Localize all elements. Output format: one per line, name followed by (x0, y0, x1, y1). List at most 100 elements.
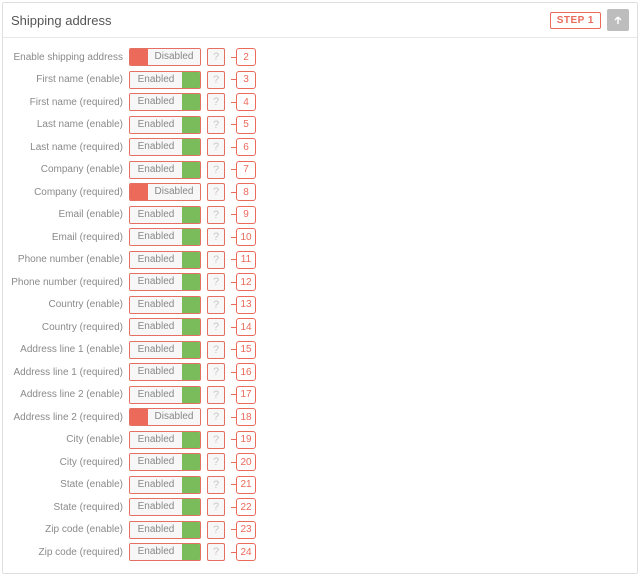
setting-label: Company (required) (11, 187, 123, 198)
setting-label: Zip code (enable) (11, 524, 123, 535)
setting-row: Address line 1 (required)Enabled?16 (11, 363, 629, 381)
toggle-state-label: Enabled (130, 342, 182, 358)
setting-label: Zip code (required) (11, 547, 123, 558)
help-button[interactable]: ? (207, 273, 225, 291)
setting-label: Last name (required) (11, 142, 123, 153)
annotation-badge: 7 (236, 161, 256, 179)
setting-row: City (required)Enabled?20 (11, 453, 629, 471)
toggle-state-label: Enabled (130, 364, 182, 380)
setting-row: Email (enable)Enabled?9 (11, 206, 629, 224)
toggle-handle (182, 477, 200, 493)
toggle-state-label: Enabled (130, 432, 182, 448)
help-button[interactable]: ? (207, 93, 225, 111)
toggle-switch[interactable]: Enabled (129, 431, 201, 449)
annotation-badge: 9 (236, 206, 256, 224)
toggle-switch[interactable]: Enabled (129, 386, 201, 404)
help-button[interactable]: ? (207, 476, 225, 494)
help-button[interactable]: ? (207, 48, 225, 66)
setting-row: Country (required)Enabled?14 (11, 318, 629, 336)
setting-row: State (required) Enabled? 22 (11, 498, 629, 516)
toggle-switch[interactable]: Enabled (129, 296, 201, 314)
toggle-switch[interactable]: Disabled (129, 183, 201, 201)
annotation-badge: 20 (236, 453, 256, 471)
setting-row: First name (enable)Enabled?3 (11, 71, 629, 89)
toggle-state-label: Enabled (130, 454, 182, 470)
annotation-badge: 6 (236, 138, 256, 156)
toggle-handle (182, 72, 200, 88)
toggle-switch[interactable]: Enabled (129, 251, 201, 269)
toggle-handle (182, 162, 200, 178)
help-button[interactable]: ? (207, 116, 225, 134)
setting-label: Email (required) (11, 232, 123, 243)
annotation-badge: 10 (236, 228, 256, 246)
toggle-handle (130, 184, 148, 200)
toggle-switch[interactable]: Enabled (129, 161, 201, 179)
help-button[interactable]: ? (207, 386, 225, 404)
setting-row: Phone number (required)Enabled?12 (11, 273, 629, 291)
toggle-switch[interactable]: Enabled (129, 543, 201, 561)
toggle-handle (182, 364, 200, 380)
annotation-badge: 18 (236, 408, 256, 426)
panel-body: Enable shipping addressDisabled?2First n… (3, 38, 637, 573)
help-button[interactable]: ? (207, 251, 225, 269)
toggle-switch[interactable]: Enabled (129, 341, 201, 359)
help-button[interactable]: ? (207, 161, 225, 179)
toggle-state-label: Disabled (148, 184, 200, 200)
help-button[interactable]: ? (207, 543, 225, 561)
setting-label: State (required) (11, 502, 123, 513)
toggle-switch[interactable]: Enabled (129, 498, 201, 516)
annotation-badge: 22 (236, 498, 256, 516)
toggle-switch[interactable]: Enabled (129, 363, 201, 381)
toggle-handle (182, 94, 200, 110)
setting-row: City (enable)Enabled?19 (11, 431, 629, 449)
help-button[interactable]: ? (207, 318, 225, 336)
help-button[interactable]: ? (207, 431, 225, 449)
toggle-switch[interactable]: Enabled (129, 206, 201, 224)
toggle-state-label: Enabled (130, 162, 182, 178)
help-button[interactable]: ? (207, 206, 225, 224)
annotation-badge: 17 (236, 386, 256, 404)
toggle-switch[interactable]: Enabled (129, 93, 201, 111)
toggle-switch[interactable]: Enabled (129, 453, 201, 471)
annotation-badge: 15 (236, 341, 256, 359)
toggle-switch[interactable]: Enabled (129, 116, 201, 134)
help-button[interactable]: ? (207, 183, 225, 201)
annotation-badge: 13 (236, 296, 256, 314)
setting-row: Address line 2 (enable)Enabled?17 (11, 386, 629, 404)
collapse-button[interactable] (607, 9, 629, 31)
toggle-switch[interactable]: Enabled (129, 138, 201, 156)
setting-row: Last name (required) Enabled? 6 (11, 138, 629, 156)
help-button[interactable]: ? (207, 341, 225, 359)
toggle-handle (182, 454, 200, 470)
toggle-state-label: Enabled (130, 72, 182, 88)
toggle-switch[interactable]: Enabled (129, 228, 201, 246)
help-button[interactable]: ? (207, 453, 225, 471)
toggle-switch[interactable]: Enabled (129, 273, 201, 291)
toggle-switch[interactable]: Enabled (129, 71, 201, 89)
help-button[interactable]: ? (207, 296, 225, 314)
help-button[interactable]: ? (207, 71, 225, 89)
arrow-up-icon (613, 15, 623, 25)
toggle-handle (182, 544, 200, 560)
toggle-switch[interactable]: Enabled (129, 318, 201, 336)
setting-label: Phone number (enable) (11, 254, 123, 265)
toggle-state-label: Enabled (130, 544, 182, 560)
help-button[interactable]: ? (207, 363, 225, 381)
toggle-switch[interactable]: Disabled (129, 408, 201, 426)
annotation-badge: 14 (236, 318, 256, 336)
annotation-badge: 16 (236, 363, 256, 381)
toggle-handle (182, 274, 200, 290)
toggle-handle (130, 49, 148, 65)
help-button[interactable]: ? (207, 521, 225, 539)
setting-row: First name (required)Enabled?4 (11, 93, 629, 111)
toggle-switch[interactable]: Enabled (129, 476, 201, 494)
help-button[interactable]: ? (207, 228, 225, 246)
toggle-switch[interactable]: Disabled (129, 48, 201, 66)
help-button[interactable]: ? (207, 498, 225, 516)
setting-label: Address line 1 (enable) (11, 344, 123, 355)
help-button[interactable]: ? (207, 138, 225, 156)
toggle-handle (182, 207, 200, 223)
help-button[interactable]: ? (207, 408, 225, 426)
toggle-switch[interactable]: Enabled (129, 521, 201, 539)
annotation-badge: 23 (236, 521, 256, 539)
